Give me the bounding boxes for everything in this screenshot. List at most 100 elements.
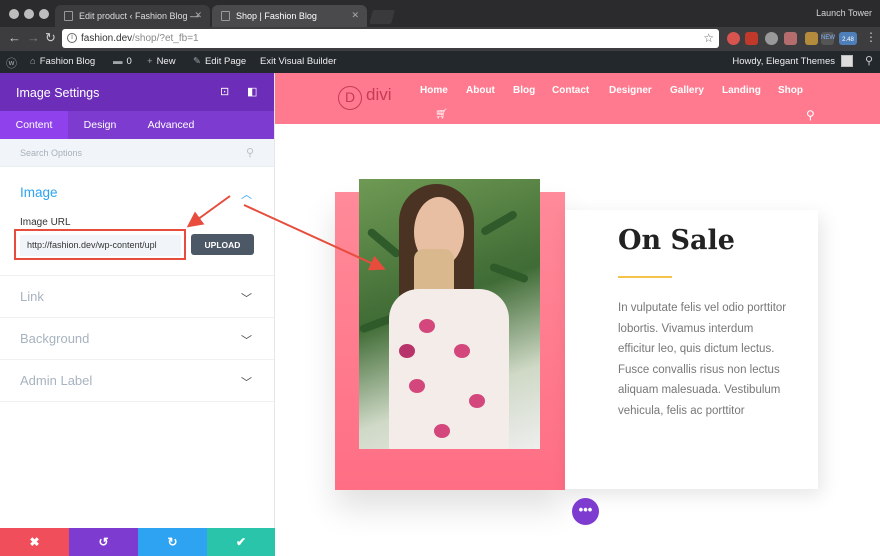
profile-name[interactable]: Launch Tower [816, 8, 872, 18]
cart-icon[interactable]: 🛒︎ [435, 109, 448, 120]
divider [0, 275, 274, 276]
wordpress-logo-icon[interactable]: ⓦ [6, 55, 17, 71]
panel-tabs: Content Design Advanced [0, 111, 274, 139]
tab-design[interactable]: Design [68, 111, 132, 139]
menu-item-about[interactable]: About [466, 85, 495, 96]
product-image[interactable] [359, 179, 540, 449]
chevron-down-icon[interactable]: ﹀ [241, 332, 252, 348]
extension-new-label: NEW [821, 35, 835, 41]
chevron-down-icon[interactable]: ﹀ [241, 374, 252, 390]
tab-content[interactable]: Content [0, 111, 68, 139]
section-admin-label[interactable]: Admin Label [20, 373, 92, 388]
heading-on-sale: On Sale [618, 225, 735, 256]
heading-divider [618, 276, 672, 278]
url-host: fashion.dev [81, 33, 133, 44]
maximize-window-button[interactable] [39, 9, 49, 19]
discard-button[interactable]: ✖ [0, 528, 69, 556]
reload-icon[interactable]: ↻ [45, 30, 56, 46]
extension-gray-icon[interactable] [765, 32, 778, 45]
chevron-down-icon[interactable]: ﹀ [241, 290, 252, 306]
page-icon [64, 11, 73, 21]
adminbar-new[interactable]: + New [147, 56, 176, 67]
wp-admin-bar: ⓦ ⌂ Fashion Blog ▬ 0 + New ✎ Edit Page Exit … [0, 51, 880, 73]
edit-page-label: Edit Page [204, 56, 247, 67]
menu-dots-icon[interactable]: ⋮ [865, 30, 877, 44]
extension-folder-icon[interactable] [805, 32, 818, 45]
search-options-input[interactable]: Search Options ⚲ [0, 139, 274, 167]
undo-button[interactable]: ↺ [69, 528, 138, 556]
site-header: D divi Home About Blog Contact Designer … [275, 73, 880, 124]
divider [0, 401, 274, 402]
logo-text[interactable]: divi [366, 85, 392, 105]
browser-tab-edit-product[interactable]: Edit product ‹ Fashion Blog — ✕ [55, 5, 210, 27]
search-icon[interactable]: ⚲ [806, 108, 815, 122]
close-tab-icon[interactable]: ✕ [194, 10, 202, 21]
panel-title: Image Settings [16, 86, 100, 100]
upload-button[interactable]: UPLOAD [191, 234, 254, 255]
dashboard-icon: ⌂ [30, 56, 36, 67]
forward-arrow-icon[interactable]: → [27, 30, 40, 45]
adminbar-site[interactable]: ⌂ Fashion Blog [30, 56, 95, 67]
menu-item-home[interactable]: Home [420, 85, 448, 96]
menu-item-blog[interactable]: Blog [513, 85, 535, 96]
panel-footer: ✖ ↺ ↻ ✔ [0, 528, 275, 556]
undo-icon: ↺ [98, 535, 109, 549]
site-name: Fashion Blog [39, 56, 96, 67]
browser-toolbar: ← → ↻ i fashion.dev/shop/?et_fb=1 ☆ NEW … [0, 27, 880, 51]
address-bar[interactable]: i fashion.dev/shop/?et_fb=1 ☆ [62, 29, 719, 48]
howdy-user[interactable]: Howdy, Elegant Themes [732, 56, 835, 67]
section-background[interactable]: Background [20, 331, 89, 346]
comments-count: 0 [126, 56, 132, 67]
close-tab-icon[interactable]: ✕ [351, 10, 359, 21]
save-button[interactable]: ✔ [207, 528, 275, 556]
more-options-button[interactable]: ••• [572, 498, 599, 525]
tab-advanced[interactable]: Advanced [132, 111, 210, 139]
exit-visual-builder-link[interactable]: Exit Visual Builder [260, 56, 336, 67]
redo-button[interactable]: ↻ [138, 528, 207, 556]
menu-item-designer[interactable]: Designer [609, 85, 652, 96]
section-image-title[interactable]: Image [20, 185, 58, 200]
check-icon: ✔ [235, 535, 247, 549]
section-link[interactable]: Link [20, 289, 44, 304]
image-url-label: Image URL [20, 217, 71, 228]
menu-item-contact[interactable]: Contact [552, 85, 589, 96]
new-tab-button[interactable] [369, 10, 395, 24]
extension-badge-label: 2.48 [842, 37, 854, 43]
search-options-placeholder: Search Options [20, 148, 83, 158]
dock-icon[interactable]: ◧ [247, 85, 257, 98]
info-icon[interactable]: i [67, 33, 77, 43]
extension-new-icon[interactable]: NEW [821, 32, 835, 45]
comment-icon: ▬ [113, 56, 123, 67]
extension-red-icon[interactable] [727, 32, 740, 45]
url-path: /shop/?et_fb=1 [132, 33, 199, 44]
plus-icon: + [147, 56, 153, 67]
adminbar-edit-page[interactable]: ✎ Edit Page [193, 56, 246, 67]
menu-item-landing[interactable]: Landing [722, 85, 761, 96]
extension-badge-icon[interactable]: 2.48 [839, 32, 857, 45]
expand-icon[interactable]: ⊡ [220, 85, 229, 98]
search-icon: ⚲ [245, 147, 254, 159]
new-label: New [156, 56, 176, 67]
page-icon [221, 11, 230, 21]
card-body-text: In vulputate felis vel odio porttitor lo… [618, 302, 787, 417]
browser-tab-shop[interactable]: Shop | Fashion Blog ✕ [212, 5, 367, 27]
search-icon[interactable]: ⚲ [865, 54, 873, 67]
divi-logo-icon[interactable]: D [338, 86, 362, 110]
tab-title: Shop | Fashion Blog [236, 11, 317, 21]
close-window-button[interactable] [9, 9, 19, 19]
chevron-up-icon[interactable]: ︿ [241, 186, 252, 202]
redo-icon: ↻ [167, 535, 178, 549]
back-arrow-icon[interactable]: ← [8, 30, 21, 45]
minimize-window-button[interactable] [24, 9, 34, 19]
avatar[interactable] [841, 55, 853, 67]
close-icon: ✖ [29, 535, 40, 549]
extension-lastpass-icon[interactable] [745, 32, 758, 45]
tab-title: Edit product ‹ Fashion Blog — [79, 11, 200, 21]
menu-item-gallery[interactable]: Gallery [670, 85, 704, 96]
extension-plus-icon[interactable] [784, 32, 797, 45]
pencil-icon: ✎ [193, 56, 201, 67]
bookmark-star-icon[interactable]: ☆ [703, 31, 714, 45]
adminbar-comments[interactable]: ▬ 0 [113, 56, 132, 67]
menu-item-shop[interactable]: Shop [778, 85, 803, 96]
highlight-box [14, 229, 186, 260]
